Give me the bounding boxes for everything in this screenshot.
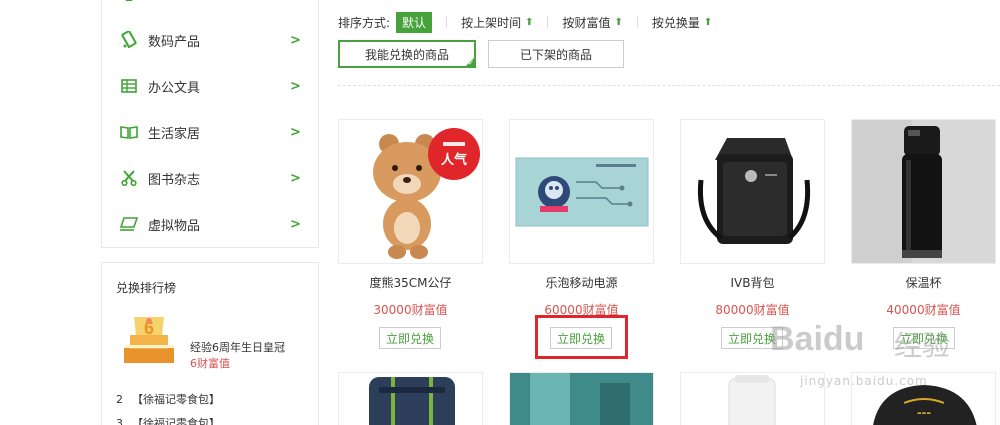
product-image-backpack-blue[interactable] — [338, 372, 483, 425]
chevron-right-icon: > — [290, 32, 301, 48]
tab-redeemable[interactable]: 我能兑换的商品 ✓ — [338, 40, 476, 68]
highlight-box — [535, 315, 628, 359]
rank-number: 3 — [116, 417, 123, 425]
sidebar-item-label: 办公文具 — [148, 80, 201, 96]
product-price: 40000财富值 — [886, 303, 961, 317]
arrow-up-icon: ⬆ — [525, 16, 534, 28]
sidebar: 数码产品 > 办公文具 > 生活家居 > 图书杂志 > 虚拟物品 > 兑换排行榜… — [101, 0, 319, 425]
book-icon — [120, 123, 138, 141]
check-icon: ✓ — [468, 59, 474, 67]
tab-label: 我能兑换的商品 — [364, 47, 449, 62]
birthday-cake-image[interactable]: 6 — [116, 307, 182, 369]
sort-option-label: 按上架时间 — [461, 15, 522, 30]
ranking-title: 兑换排行榜 — [116, 281, 177, 295]
laptop-icon — [120, 215, 138, 233]
scissors-icon — [120, 169, 138, 187]
rank-number: 2 — [116, 393, 123, 406]
product-image-powerbank[interactable] — [509, 119, 654, 264]
sidebar-item-digital[interactable]: 数码产品 > — [102, 25, 318, 55]
sidebar-item-books[interactable]: 图书杂志 > — [102, 163, 318, 193]
phone-icon — [120, 31, 138, 49]
tab-delisted[interactable]: 已下架的商品 — [488, 40, 624, 68]
sidebar-item-virtual[interactable]: 虚拟物品 > — [102, 209, 318, 239]
product-name[interactable]: 度熊35CM公仔 — [338, 274, 483, 291]
chevron-right-icon: > — [290, 170, 301, 186]
top-category-icon — [120, 0, 138, 6]
sort-by-exchanges-button[interactable]: 按兑换量 ⬆ — [652, 14, 712, 31]
category-list: 数码产品 > 办公文具 > 生活家居 > 图书杂志 > 虚拟物品 > — [101, 0, 319, 248]
rank-first-name[interactable]: 经验6周年生日皇冠 — [190, 339, 285, 355]
arrow-up-icon: ⬆ — [614, 16, 623, 28]
sidebar-item-label: 数码产品 — [148, 34, 201, 50]
sidebar-item-home[interactable]: 生活家居 > — [102, 117, 318, 147]
ranking-panel: 兑换排行榜 6 经验6周年生日皇冠 6财富值 2 【徐福记零食包】 3 【徐福记零食… — [101, 262, 319, 425]
chevron-right-icon: > — [290, 124, 301, 140]
divider — [547, 16, 549, 28]
svg-text:‑‑‑: ‑‑‑ — [917, 404, 931, 420]
cake-number: 6 — [144, 318, 154, 338]
sort-by-time-button[interactable]: 按上架时间 ⬆ — [461, 14, 533, 31]
sidebar-item-office[interactable]: 办公文具 > — [102, 71, 318, 101]
list-item[interactable]: 3 【徐福记零食包】 — [116, 415, 220, 425]
spreadsheet-icon — [120, 77, 138, 95]
sort-option-label: 按兑换量 — [651, 15, 700, 30]
rank-name: 【徐福记零食包】 — [132, 417, 220, 425]
arrow-up-icon: ⬆ — [703, 16, 713, 28]
sort-bar: 排序方式: 默认 按上架时间 ⬆ 按财富值 ⬆ 按兑换量 ⬆ — [338, 11, 726, 33]
product-name[interactable]: IVB背包 — [680, 274, 825, 291]
watermark: Baidu 经验 jingyan.baidu.com — [770, 320, 1000, 400]
divider — [636, 16, 638, 28]
rank-name: 【徐福记零食包】 — [132, 393, 220, 406]
sort-by-wealth-button[interactable]: 按财富值 ⬆ — [562, 14, 622, 31]
list-item[interactable]: 2 【徐福记零食包】 — [116, 391, 220, 407]
sidebar-item-label: 虚拟物品 — [148, 218, 201, 234]
watermark-brand: Baidu — [770, 320, 865, 358]
product-image-backpack[interactable] — [680, 119, 825, 264]
watermark-cn: 经验 — [894, 329, 951, 362]
sort-default-button[interactable]: 默认 — [396, 11, 433, 33]
product-image-thermos[interactable] — [851, 119, 996, 264]
rank-first-price: 6财富值 — [190, 357, 230, 370]
redeem-button[interactable]: 立即兑换 — [379, 327, 441, 349]
product-price: 80000财富值 — [715, 303, 790, 317]
popular-badge: 人气 — [441, 152, 467, 168]
divider — [338, 85, 1000, 86]
sort-option-label: 按财富值 — [562, 15, 611, 30]
product-image-bear[interactable]: 人气 — [338, 119, 483, 264]
watermark-url: jingyan.baidu.com — [800, 374, 928, 388]
sidebar-item-label: 生活家居 — [148, 126, 201, 142]
product-price: 30000财富值 — [373, 303, 448, 317]
sidebar-item-label: 图书杂志 — [148, 172, 201, 188]
sort-label: 排序方式: — [338, 15, 391, 30]
product-image-teal[interactable] — [509, 372, 654, 425]
tab-label: 已下架的商品 — [519, 47, 592, 62]
product-name[interactable]: 乐泡移动电源 — [509, 274, 654, 291]
product-name[interactable]: 保温杯 — [851, 274, 996, 291]
chevron-right-icon: > — [290, 78, 301, 94]
chevron-right-icon: > — [290, 216, 301, 232]
divider — [446, 16, 448, 28]
